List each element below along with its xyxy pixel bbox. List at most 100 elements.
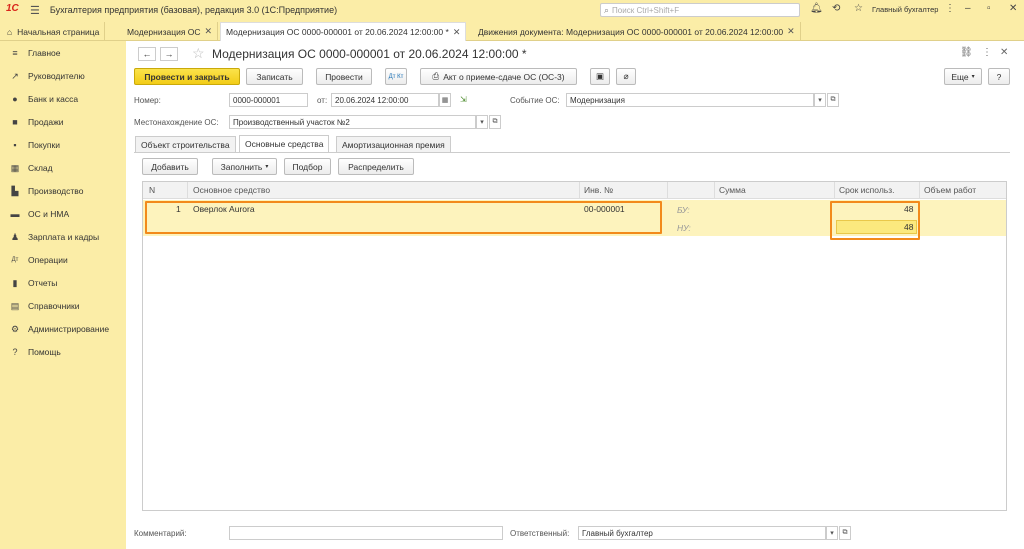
assets-table[interactable]: N Основное средство Инв. № Сумма Срок ис… [142,181,1007,511]
tab-depreciation-bonus[interactable]: Амортизационная премия [336,136,451,152]
tab-fixed-assets[interactable]: Основные средства [239,135,330,152]
save-button[interactable]: Записать [246,68,303,85]
post-button[interactable]: Провести [316,68,372,85]
responsible-field[interactable]: Главный бухгалтер [578,526,826,540]
sidebar-item-operations[interactable]: Дт Операции [0,250,126,270]
sidebar-item-admin[interactable]: ⚙ Администрирование [0,319,126,339]
fill-button[interactable]: Заполнить ▾ [212,158,277,175]
col-separator [919,182,920,199]
sidebar-item-purchases[interactable]: ▪ Покупки [0,135,126,155]
event-open-button[interactable]: ⧉ [827,93,839,107]
sidebar-item-sales[interactable]: ■ Продажи [0,112,126,132]
sidebar-item-label: Банк и касса [28,94,79,104]
maximize-icon[interactable]: ▫ [987,3,991,14]
col-term[interactable]: Срок использ. [839,185,894,195]
trend-icon: ↗ [11,70,19,81]
nu-label: НУ: [677,223,691,233]
bell-icon[interactable]: 🔔︎ [810,3,823,14]
more-vert-icon[interactable]: ⋮ [982,47,992,58]
dtkt-button[interactable]: Дт Кт [385,68,407,85]
tab-home[interactable]: ⌂ Начальная страница [2,22,106,41]
sidebar-item-manager[interactable]: ↗ Руководителю [0,66,126,86]
star-icon[interactable]: ☆ [854,3,863,14]
coin-icon: ● [12,94,18,104]
close-window-icon[interactable]: ✕ [1009,3,1017,14]
sidebar-item-bank[interactable]: ● Банк и касса [0,89,126,109]
close-tab-icon[interactable]: ✕ [205,26,213,37]
menu-icon[interactable]: ☰ [30,4,40,17]
calendar-button[interactable]: ▦ [439,93,451,107]
sidebar-item-label: Администрирование [28,324,110,334]
post-and-close-button[interactable]: Провести и закрыть [134,68,240,85]
help-button[interactable]: ? [988,68,1010,85]
location-open-button[interactable]: ⧉ [489,115,501,129]
forward-button[interactable]: → [160,47,178,61]
sidebar-item-label: Склад [28,163,53,173]
sidebar-item-help[interactable]: ? Помощь [0,342,126,362]
sidebar-item-reports[interactable]: ▮ Отчеты [0,273,126,293]
add-button[interactable]: Добавить [142,158,198,175]
fill-label: Заполнить [220,161,263,172]
sidebar-item-label: Отчеты [28,278,58,288]
distribute-button[interactable]: Распределить [338,158,414,175]
date-confirm-icon[interactable]: ⇲ [460,95,467,104]
col-asset[interactable]: Основное средство [193,185,270,195]
col-volume[interactable]: Объем работ [924,185,976,195]
location-field[interactable]: Производственный участок №2 [229,115,476,129]
sidebar-item-label: Продажи [28,117,64,127]
close-form-icon[interactable]: ✕ [1000,47,1008,58]
search-icon: ⌕ [604,4,610,15]
event-field[interactable]: Модернизация [566,93,814,107]
minimize-icon[interactable]: – [965,3,971,14]
col-separator [187,182,188,199]
responsible-label: Ответственный: [510,529,570,538]
location-dropdown-button[interactable]: ▾ [476,115,488,129]
tab-document-movements[interactable]: Движения документа: Модернизация ОС 0000… [473,22,801,41]
responsible-dropdown-button[interactable]: ▾ [826,526,838,540]
bar-chart-icon: ▮ [12,277,18,288]
structure-button[interactable]: ▣ [590,68,610,85]
tab-modernization-doc[interactable]: Модернизация ОС 0000-000001 от 20.06.202… [220,22,467,41]
col-n[interactable]: N [149,185,155,195]
close-tab-icon[interactable]: ✕ [787,26,795,37]
sidebar-item-payroll[interactable]: ♟ Зарплата и кадры [0,227,126,247]
user-name[interactable]: Главный бухгалтер [872,5,938,14]
col-separator [714,182,715,199]
comment-field[interactable] [229,526,503,540]
col-inv[interactable]: Инв. № [584,185,613,195]
tab-modernization-list[interactable]: Модернизация ОС ✕ [122,22,219,41]
pick-button[interactable]: Подбор [284,158,331,175]
list-icon: ≡ [12,48,18,58]
comment-label: Комментарий: [134,529,187,538]
1c-logo: 1С [6,3,19,14]
date-field[interactable]: 20.06.2024 12:00:00 [331,93,439,107]
settings-icon[interactable]: ⋮ [945,3,955,14]
col-sum[interactable]: Сумма [719,185,746,195]
favorite-star-icon[interactable]: ☆ [192,45,205,62]
location-label: Местонахождение ОС: [134,118,219,127]
responsible-open-button[interactable]: ⧉ [839,526,851,540]
sidebar-item-assets[interactable]: ▬ ОС и НМА [0,204,126,224]
tab-construction-object[interactable]: Объект строительства [135,136,236,152]
number-field[interactable]: 0000-000001 [229,93,308,107]
sidebar: ≡ Главное ↗ Руководителю ● Банк и касса ■ Пр… [0,41,126,549]
bag-icon: ■ [12,117,18,127]
sidebar-item-warehouse[interactable]: ▦ Склад [0,158,126,178]
document-form: ← → ☆ Модернизация ОС 0000-000001 от 20.… [126,41,1024,549]
sidebar-item-production[interactable]: ▙ Производство [0,181,126,201]
more-button[interactable]: Еще ▾ [944,68,982,85]
print-act-button[interactable]: ⎙ Акт о приеме-сдаче ОС (ОС-3) [420,68,577,85]
attach-button[interactable]: ⌀ [616,68,636,85]
search-input[interactable]: ⌕ Поиск Ctrl+Shift+F [600,3,800,17]
open-icon: ⧉ [842,529,848,536]
tab-label: Модернизация ОС [127,26,201,37]
event-dropdown-button[interactable]: ▾ [814,93,826,107]
history-icon[interactable]: ⟲ [832,3,840,14]
back-button[interactable]: ← [138,47,156,61]
sidebar-item-label: Руководителю [28,71,85,81]
sidebar-item-catalogs[interactable]: ▤ Справочники [0,296,126,316]
sidebar-item-main[interactable]: ≡ Главное [0,43,126,63]
link-icon[interactable]: ⛓ [960,47,973,58]
close-tab-icon[interactable]: ✕ [453,27,461,38]
question-icon: ? [12,347,18,357]
